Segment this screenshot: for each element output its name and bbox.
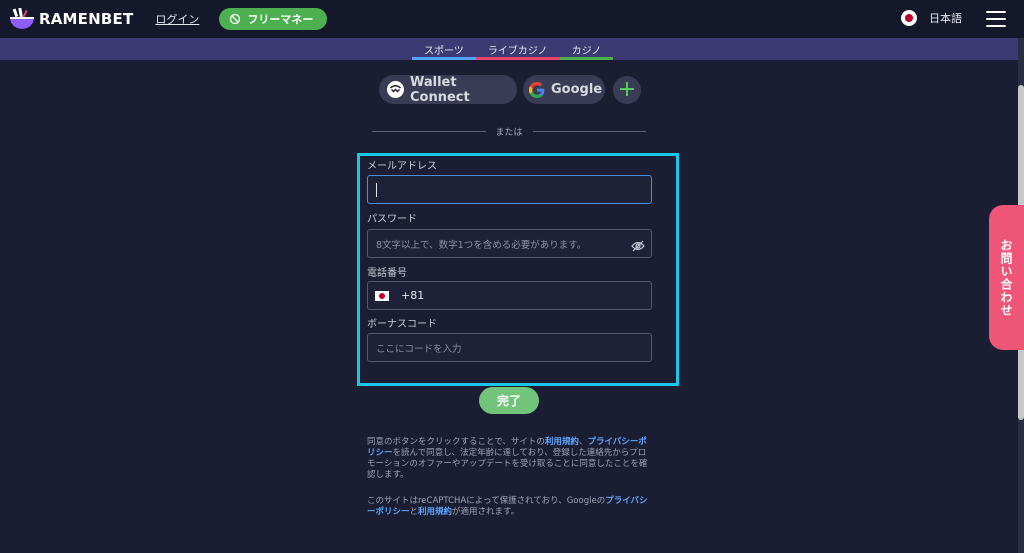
language-selector[interactable]: 日本語 bbox=[901, 10, 962, 26]
bonus-code-field[interactable]: ここにコードを入力 bbox=[367, 333, 652, 362]
terms-link[interactable]: 利用規約 bbox=[545, 437, 579, 447]
tab-sports[interactable]: スポーツ bbox=[412, 38, 476, 60]
free-money-button[interactable]: フリーマネー bbox=[219, 8, 328, 30]
phone-label: 電話番号 bbox=[367, 268, 407, 279]
google-label: Google bbox=[551, 82, 603, 97]
bonus-code-label: ボーナスコード bbox=[367, 319, 437, 330]
tab-casino[interactable]: カジノ bbox=[559, 38, 614, 60]
submit-button[interactable]: 完了 bbox=[479, 387, 539, 414]
wallet-connect-icon bbox=[387, 81, 404, 98]
google-login-button[interactable]: Google bbox=[523, 75, 605, 104]
japan-flag-icon bbox=[901, 10, 917, 26]
free-money-label: フリーマネー bbox=[247, 13, 314, 26]
password-field[interactable]: 8文字以上で、数字1つを含める必要があります。 bbox=[367, 229, 652, 258]
wallet-connect-button[interactable]: Wallet Connect bbox=[379, 74, 517, 105]
email-field[interactable] bbox=[367, 175, 652, 204]
category-tab-strip: スポーツ ライブカジノ カジノ bbox=[0, 38, 1018, 60]
logo[interactable]: RAMENBET bbox=[8, 7, 134, 30]
text-caret bbox=[376, 182, 377, 197]
email-label: メールアドレス bbox=[367, 161, 437, 172]
japan-flag-icon[interactable] bbox=[375, 290, 389, 301]
google-terms-link[interactable]: 利用規約 bbox=[418, 507, 452, 517]
bonus-code-placeholder: ここにコードを入力 bbox=[376, 343, 462, 355]
logo-text: RAMENBET bbox=[39, 10, 134, 28]
top-header: RAMENBET ログイン フリーマネー 日本語 bbox=[0, 0, 1024, 38]
more-login-options-button[interactable]: + bbox=[613, 75, 641, 104]
password-label: パスワード bbox=[367, 214, 417, 225]
social-login-row: Wallet Connect Google + bbox=[379, 74, 641, 105]
phone-field[interactable]: +81 bbox=[367, 281, 652, 310]
phone-country-code: +81 bbox=[401, 289, 425, 302]
login-link[interactable]: ログイン bbox=[155, 11, 199, 27]
gift-icon bbox=[230, 13, 241, 25]
language-label: 日本語 bbox=[929, 12, 962, 25]
or-divider-text: または bbox=[495, 127, 523, 138]
ramen-bowl-icon bbox=[8, 7, 36, 30]
google-icon bbox=[529, 81, 545, 98]
or-divider: または bbox=[372, 124, 647, 138]
wallet-connect-label: Wallet Connect bbox=[410, 74, 470, 105]
recaptcha-text: このサイトはreCAPTCHAによって保護されており、Googleのプライバシー… bbox=[367, 496, 648, 517]
contact-tab[interactable]: お問い合わせ bbox=[989, 205, 1024, 350]
eye-icon[interactable] bbox=[631, 237, 645, 256]
contact-label: お問い合わせ bbox=[999, 238, 1013, 317]
hamburger-menu-icon[interactable] bbox=[986, 11, 1006, 27]
password-placeholder: 8文字以上で、数字1つを含める必要があります。 bbox=[376, 239, 587, 251]
consent-text: 同意のボタンをクリックすることで、サイトの利用規約、プライバシーポリシーを読んで… bbox=[367, 437, 648, 480]
tab-live-casino[interactable]: ライブカジノ bbox=[475, 38, 560, 60]
